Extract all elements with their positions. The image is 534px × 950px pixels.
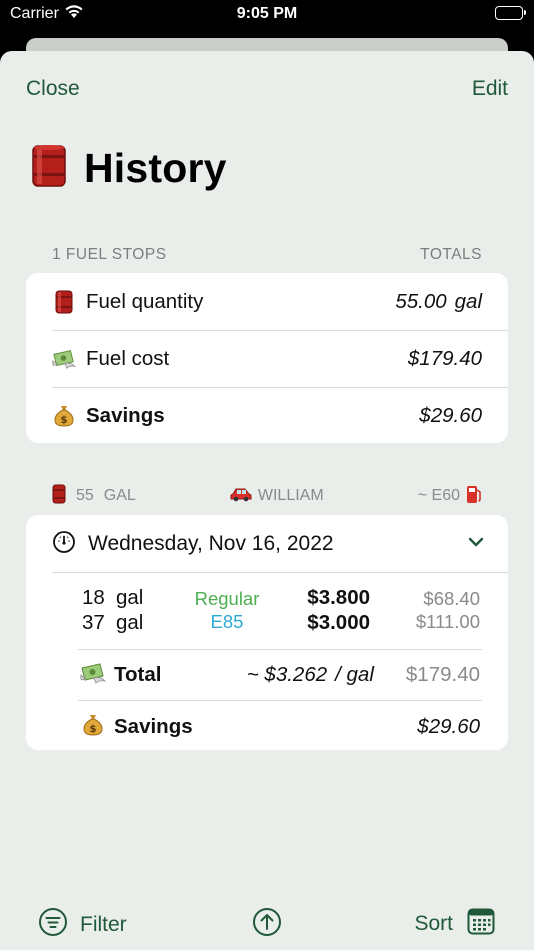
history-sheet: Close Edit History 1 FUEL STOPS TOTALS F… xyxy=(0,51,534,950)
fill-line-regular: 18 gal Regular $3.800 $68.40 xyxy=(82,586,480,610)
fuel-stop-savings-row: $ Savings $29.60 xyxy=(78,701,480,753)
totals-section-header: 1 FUEL STOPS TOTALS xyxy=(52,246,482,264)
fill-grade: Regular xyxy=(194,588,260,609)
summary-ethanol-value: ~ E60 xyxy=(417,487,460,504)
fuel-quantity-value: 55.00 gal xyxy=(395,290,482,314)
chevron-down-icon[interactable] xyxy=(468,535,484,553)
fuel-stop-total-row: Total ~ $3.262 / gal $179.40 xyxy=(78,649,482,701)
summary-vehicle: WILLIAM xyxy=(230,486,324,507)
fill-cost: $111.00 xyxy=(415,611,480,632)
fill-cost: $68.40 xyxy=(423,588,480,609)
gauge-icon xyxy=(52,530,76,559)
bottom-toolbar: Filter Sort xyxy=(0,903,534,941)
scroll-to-top-button[interactable] xyxy=(252,907,282,942)
close-button[interactable]: Close xyxy=(26,77,80,101)
money-wings-icon xyxy=(52,347,76,371)
stop-savings-value: $29.60 xyxy=(417,715,480,738)
filter-label: Filter xyxy=(80,913,127,936)
total-cost: $179.40 xyxy=(405,663,480,686)
totals-row-savings: $ Savings $29.60 xyxy=(26,387,508,444)
average-price-value: ~ $3.262 xyxy=(246,663,328,686)
totals-card: Fuel quantity 55.00 gal Fuel cost $179.40… xyxy=(26,273,508,443)
money-wings-icon xyxy=(80,662,107,689)
summary-quantity-unit: GAL xyxy=(103,487,136,504)
stop-savings-label: Savings xyxy=(114,715,193,738)
oil-barrel-icon xyxy=(32,144,66,193)
totals-label: TOTALS xyxy=(420,246,482,263)
sort-button[interactable]: Sort xyxy=(414,907,495,941)
filter-icon xyxy=(38,907,68,943)
totals-row-fuel-cost: Fuel cost $179.40 xyxy=(26,330,508,387)
total-label: Total xyxy=(114,663,162,686)
fill-unit: gal xyxy=(116,586,144,609)
page-header: History xyxy=(32,143,227,193)
sort-label: Sort xyxy=(414,912,453,935)
money-bag-icon: $ xyxy=(82,713,104,742)
fuel-pump-icon xyxy=(466,484,482,509)
fuel-stop-card[interactable]: Wednesday, Nov 16, 2022 18 gal Regular $… xyxy=(26,515,508,750)
oil-barrel-icon xyxy=(52,290,76,314)
fuel-quantity-unit: gal xyxy=(454,289,482,313)
fuel-stop-date: Wednesday, Nov 16, 2022 xyxy=(88,532,334,555)
fill-unit: gal xyxy=(116,611,144,634)
money-bag-icon: $ xyxy=(52,404,76,428)
fill-price: $3.000 xyxy=(307,611,370,634)
average-price-unit: / gal xyxy=(335,663,374,686)
svg-text:$: $ xyxy=(90,724,97,735)
fill-quantity: 18 xyxy=(82,586,105,609)
savings-value: $29.60 xyxy=(419,403,482,427)
savings-label: Savings xyxy=(86,403,165,427)
calendar-icon xyxy=(467,907,495,941)
status-bar: Carrier 9:05 PM xyxy=(0,0,534,30)
clock: 9:05 PM xyxy=(236,5,298,22)
edit-button[interactable]: Edit xyxy=(472,77,508,101)
fuel-stop-header[interactable]: Wednesday, Nov 16, 2022 xyxy=(26,515,508,573)
filter-button[interactable]: Filter xyxy=(38,907,127,943)
oil-barrel-icon xyxy=(52,484,66,509)
fuel-quantity-label: Fuel quantity xyxy=(86,289,204,313)
summary-vehicle-name: WILLIAM xyxy=(257,487,324,504)
battery-icon xyxy=(495,6,526,20)
svg-text:$: $ xyxy=(61,415,68,426)
fuel-cost-value: $179.40 xyxy=(407,346,482,370)
fuel-cost-label: Fuel cost xyxy=(86,346,170,370)
fill-price: $3.800 xyxy=(307,586,370,609)
arrow-up-circle-icon xyxy=(253,908,281,936)
average-price: ~ $3.262 / gal xyxy=(247,663,374,687)
page-title: History xyxy=(84,144,227,191)
fill-quantity: 37 xyxy=(82,611,105,634)
fuel-stops-count: 1 FUEL STOPS xyxy=(52,246,167,263)
stop-summary-row: 55 GAL WILLIAM ~ E60 xyxy=(52,484,482,508)
summary-quantity-value: 55 xyxy=(76,487,94,504)
car-icon xyxy=(230,486,252,507)
fuel-quantity-number: 55.00 xyxy=(395,289,447,313)
summary-ethanol: ~ E60 xyxy=(418,484,482,509)
summary-quantity: 55 GAL xyxy=(52,484,136,509)
totals-row-fuel-quantity: Fuel quantity 55.00 gal xyxy=(26,273,508,330)
fill-grade: E85 xyxy=(210,611,244,632)
fill-line-e85: 37 gal E85 $3.000 $111.00 xyxy=(82,611,480,635)
